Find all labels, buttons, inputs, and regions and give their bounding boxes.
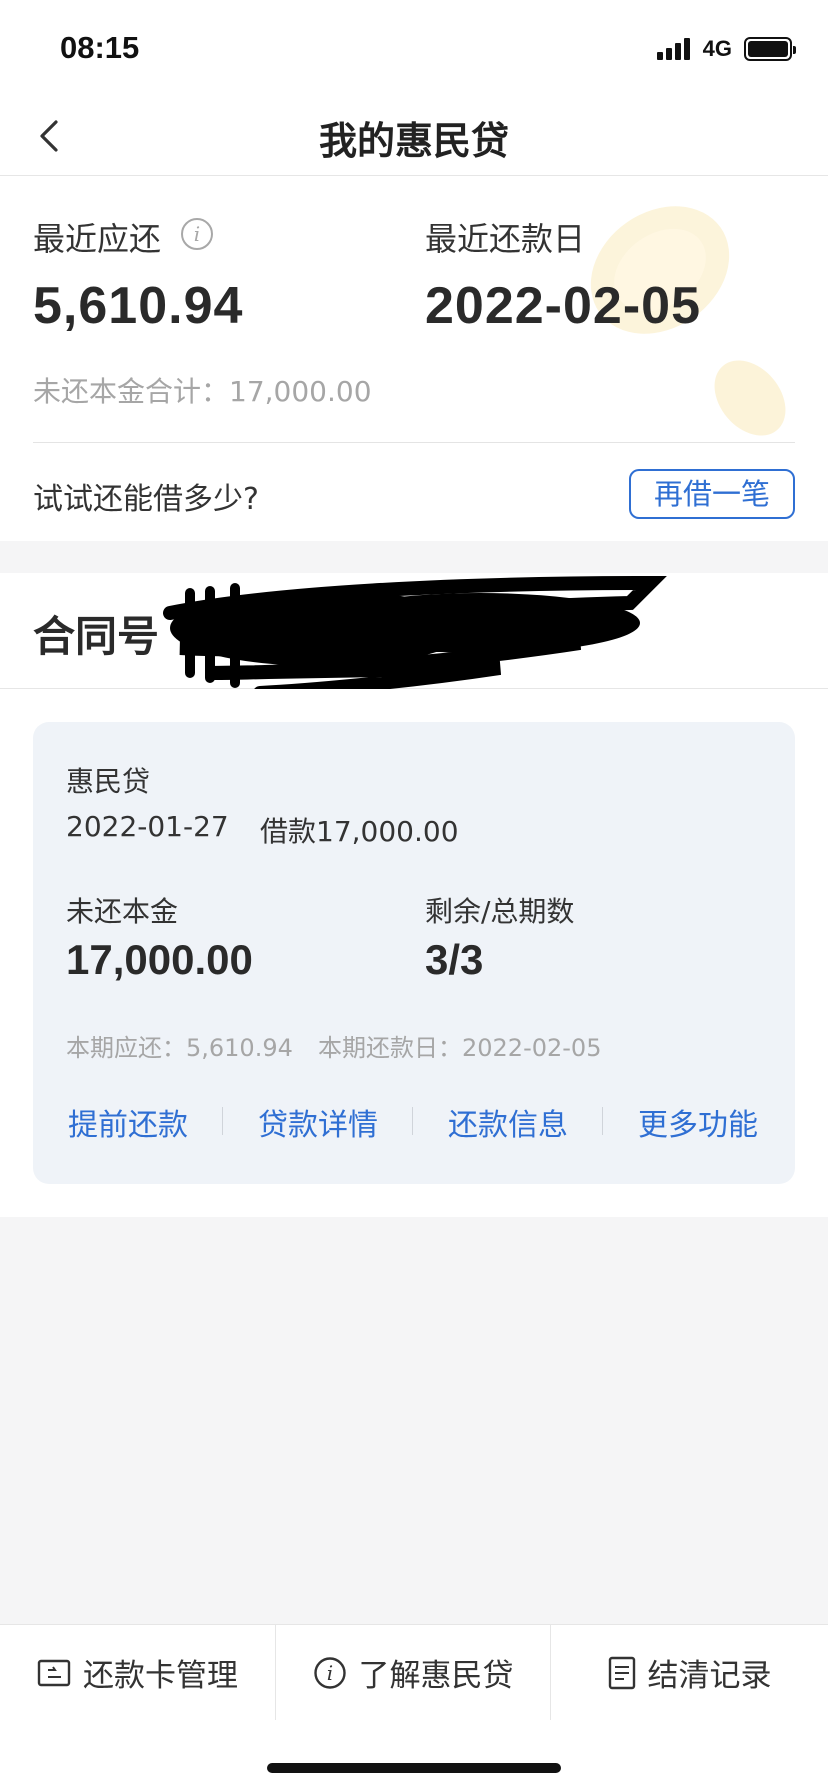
page-title: 我的惠民贷 — [318, 119, 509, 163]
status-time: 08:15 — [60, 30, 140, 65]
periods-label: 剩余/总期数 — [425, 895, 575, 928]
recent-due-date: 2022-02-05 — [425, 277, 701, 335]
recent-due-label: 最近应还 — [33, 220, 162, 258]
action-separator — [412, 1107, 413, 1135]
recent-due-date-label: 最近还款日 — [425, 220, 586, 258]
battery-icon — [744, 37, 796, 61]
status-bar: 08:15 4G — [0, 0, 828, 96]
status-indicators: 4G — [656, 36, 796, 62]
loan-details-link[interactable]: 贷款详情 — [258, 1100, 378, 1144]
signal-icon — [656, 38, 693, 60]
tab-learn-more[interactable]: i 了解惠民贷 — [276, 1625, 550, 1720]
action-separator — [602, 1107, 603, 1135]
repayment-summary: 最近应还 i 5,610.94 最近还款日 2022-02-05 未还本金合计：… — [0, 176, 828, 541]
recent-due-amount: 5,610.94 — [33, 277, 244, 335]
more-functions-link[interactable]: 更多功能 — [638, 1100, 758, 1144]
total-unpaid-principal: 未还本金合计：17,000.00 — [33, 375, 372, 408]
home-indicator[interactable] — [267, 1763, 561, 1773]
navigation-bar: 我的惠民贷 — [0, 96, 828, 176]
network-type: 4G — [702, 36, 732, 61]
tab-label: 还款卡管理 — [83, 1658, 238, 1694]
tab-label: 结清记录 — [647, 1658, 772, 1694]
card-icon — [37, 1659, 71, 1686]
tab-label: 了解惠民贷 — [358, 1658, 514, 1694]
unpaid-principal-label: 未还本金 — [66, 895, 179, 928]
loan-date: 2022-01-27 — [66, 810, 229, 843]
loan-product-name: 惠民贷 — [66, 765, 151, 798]
info-icon: i — [313, 1656, 346, 1689]
divider — [33, 442, 795, 443]
tab-settlement-records[interactable]: 结清记录 — [551, 1625, 828, 1720]
current-period-date: 本期还款日：2022-02-05 — [318, 1034, 602, 1062]
document-icon — [608, 1656, 635, 1689]
contract-number-row: 合同号 — [0, 573, 828, 700]
info-icon[interactable]: i — [181, 218, 213, 250]
unpaid-principal-value: 17,000.00 — [66, 936, 253, 983]
loan-amount: 借款17,000.00 — [260, 815, 459, 848]
svg-text:i: i — [326, 1661, 332, 1685]
tab-card-management[interactable]: 还款卡管理 — [0, 1625, 275, 1720]
redaction-scribble — [163, 575, 667, 700]
repayment-info-link[interactable]: 还款信息 — [448, 1100, 568, 1144]
borrow-limit-prompt[interactable]: 试试还能借多少? — [33, 474, 259, 518]
borrow-again-button[interactable]: 再借一笔 — [629, 469, 795, 519]
prepay-link[interactable]: 提前还款 — [68, 1100, 188, 1144]
action-separator — [222, 1107, 223, 1135]
periods-value: 3/3 — [425, 936, 484, 983]
contract-number-label: 合同号 — [33, 612, 160, 661]
current-period-due: 本期应还：5,610.94 — [66, 1034, 293, 1062]
